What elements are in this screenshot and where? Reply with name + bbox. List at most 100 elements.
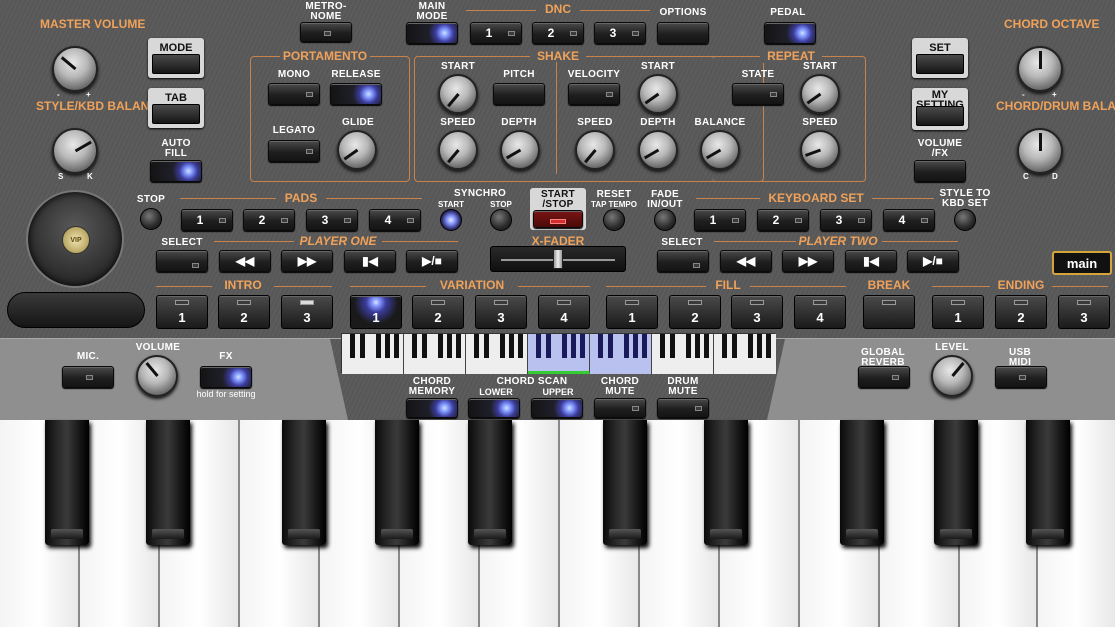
synchro-start-button[interactable]: [440, 209, 462, 231]
drum-mute-button[interactable]: [657, 398, 709, 418]
intro-button-1[interactable]: 1: [156, 295, 208, 329]
intro-button-3[interactable]: 3: [281, 295, 333, 329]
black-key[interactable]: [146, 420, 190, 545]
black-key[interactable]: [468, 420, 512, 545]
state-button[interactable]: [732, 83, 784, 105]
legato-button[interactable]: [268, 140, 320, 162]
chord-mute-button[interactable]: [594, 398, 646, 418]
style-to-kbd-button[interactable]: [954, 209, 976, 231]
pad-button-4[interactable]: 4: [369, 209, 421, 231]
player-one-rewind-button[interactable]: ◀◀: [219, 250, 271, 272]
velocity-button[interactable]: [568, 83, 620, 105]
fx-button[interactable]: [200, 366, 252, 388]
x-fader-thumb[interactable]: [553, 249, 563, 269]
ending-button-3[interactable]: 3: [1058, 295, 1110, 329]
shake-start-knob[interactable]: [438, 74, 478, 114]
my-setting-button[interactable]: MY SETTING: [912, 88, 968, 130]
player-one-prev-button[interactable]: ▮◀: [344, 250, 396, 272]
player-two-prev-button[interactable]: ▮◀: [845, 250, 897, 272]
piano-keyboard[interactable]: [0, 420, 1115, 627]
black-key[interactable]: [840, 420, 884, 545]
global-reverb-button[interactable]: [858, 366, 910, 388]
mic-button[interactable]: [62, 366, 114, 388]
pads-stop-button[interactable]: [140, 208, 162, 230]
vip-jog-wheel[interactable]: VIP: [26, 190, 124, 288]
dnc-button-3[interactable]: 3: [594, 22, 646, 44]
metronome-button[interactable]: [300, 22, 352, 42]
main-button[interactable]: main: [1052, 251, 1112, 275]
level-knob[interactable]: [931, 355, 973, 397]
reset-button[interactable]: [603, 209, 625, 231]
mode-button[interactable]: MODE: [148, 38, 204, 78]
player-one-playpause-button[interactable]: ▶/■: [406, 250, 458, 272]
mini-octave-5[interactable]: [590, 334, 652, 374]
chord-drum-balance-knob[interactable]: [1017, 128, 1063, 174]
chord-scan-lower-button[interactable]: [468, 398, 520, 418]
ending-button-1[interactable]: 1: [932, 295, 984, 329]
mic-volume-knob[interactable]: [136, 355, 178, 397]
kbdset-button-3[interactable]: 3: [820, 209, 872, 231]
repeat-start-knob[interactable]: [800, 74, 840, 114]
pad-button-2[interactable]: 2: [243, 209, 295, 231]
chord-octave-knob[interactable]: [1017, 46, 1063, 92]
pad-button-1[interactable]: 1: [181, 209, 233, 231]
set-button[interactable]: SET: [912, 38, 968, 78]
intro-button-2[interactable]: 2: [218, 295, 270, 329]
shake-depth-knob[interactable]: [500, 130, 540, 170]
player-two-rewind-button[interactable]: ◀◀: [720, 250, 772, 272]
style-kbd-balance-knob[interactable]: [52, 128, 98, 174]
start-stop-button[interactable]: [533, 210, 583, 228]
black-key[interactable]: [704, 420, 748, 545]
synchro-stop-button[interactable]: [490, 209, 512, 231]
variation-button-3[interactable]: 3: [475, 295, 527, 329]
chord-memory-button[interactable]: [406, 398, 458, 418]
player-two-forward-button[interactable]: ▶▶: [782, 250, 834, 272]
mini-keyboard-overview[interactable]: [341, 333, 776, 374]
mini-octave-6[interactable]: [652, 334, 714, 374]
break-button[interactable]: [863, 295, 915, 329]
variation-button-2[interactable]: 2: [412, 295, 464, 329]
fill-button-3[interactable]: 3: [731, 295, 783, 329]
player-two-playpause-button[interactable]: ▶/■: [907, 250, 959, 272]
dnc-button-1[interactable]: 1: [470, 22, 522, 44]
options-button[interactable]: [657, 22, 709, 44]
shake-depth2-knob[interactable]: [638, 130, 678, 170]
x-fader-slider[interactable]: [490, 246, 626, 272]
black-key[interactable]: [375, 420, 419, 545]
fill-button-1[interactable]: 1: [606, 295, 658, 329]
player-one-forward-button[interactable]: ▶▶: [281, 250, 333, 272]
volume-fx-button[interactable]: [914, 160, 966, 182]
fill-button-4[interactable]: 4: [794, 295, 846, 329]
kbdset-button-4[interactable]: 4: [883, 209, 935, 231]
ending-button-2[interactable]: 2: [995, 295, 1047, 329]
variation-button-1[interactable]: 1: [350, 295, 402, 329]
mini-octave-2[interactable]: [404, 334, 466, 374]
mini-octave-4[interactable]: [528, 334, 590, 374]
dnc-button-2[interactable]: 2: [532, 22, 584, 44]
player-two-select-button[interactable]: [657, 250, 709, 272]
mini-octave-3[interactable]: [466, 334, 528, 374]
kbdset-button-1[interactable]: 1: [694, 209, 746, 231]
fade-button[interactable]: [654, 209, 676, 231]
pitch-button[interactable]: [493, 83, 545, 105]
shake-start2-knob[interactable]: [638, 74, 678, 114]
repeat-speed-knob[interactable]: [800, 130, 840, 170]
black-key[interactable]: [603, 420, 647, 545]
black-key[interactable]: [934, 420, 978, 545]
mono-button[interactable]: [268, 83, 320, 105]
shake-speed2-knob[interactable]: [575, 130, 615, 170]
master-volume-knob[interactable]: [52, 46, 98, 92]
black-key[interactable]: [1026, 420, 1070, 545]
glide-knob[interactable]: [337, 130, 377, 170]
pitch-pill-control[interactable]: [7, 292, 145, 328]
black-key[interactable]: [282, 420, 326, 545]
player-one-select-button[interactable]: [156, 250, 208, 272]
tab-button[interactable]: TAB: [148, 88, 204, 128]
kbdset-button-2[interactable]: 2: [757, 209, 809, 231]
mini-octave-7[interactable]: [714, 334, 776, 374]
black-key[interactable]: [45, 420, 89, 545]
pedal-button[interactable]: [764, 22, 816, 44]
variation-button-4[interactable]: 4: [538, 295, 590, 329]
release-button[interactable]: [330, 83, 382, 105]
fill-button-2[interactable]: 2: [669, 295, 721, 329]
